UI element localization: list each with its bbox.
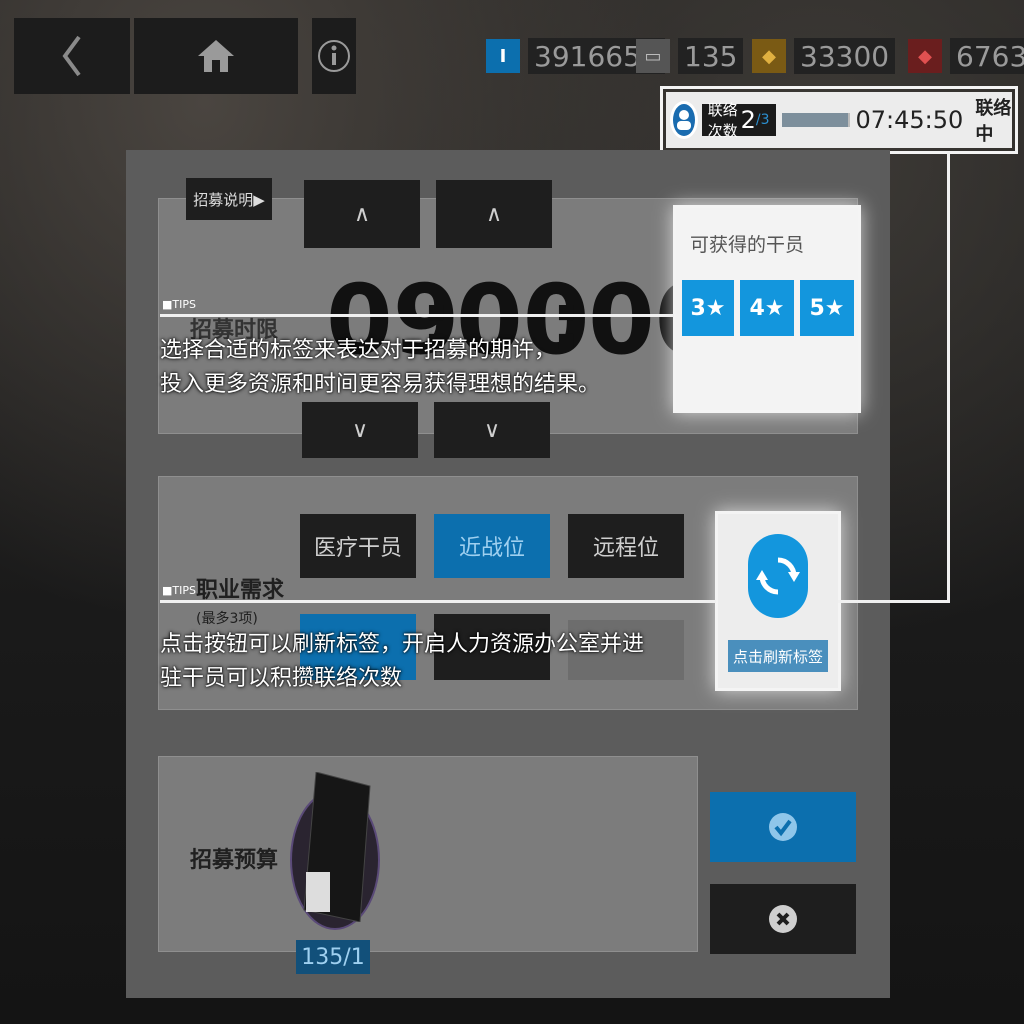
tips-2-text: 点击按钮可以刷新标签，开启人力资源办公室并进 驻干员可以积攒联络次数 [160,632,645,691]
check-icon [769,813,797,841]
originite-icon: ◆ [908,39,942,73]
home-button[interactable] [134,18,298,94]
tag-melee[interactable]: 近战位 [434,514,550,578]
home-icon [198,40,234,72]
tips-2-connector-h [838,600,950,603]
tips-1-line [160,314,674,317]
requirement-sub: (最多3项) [196,611,258,627]
cancel-button[interactable] [710,884,856,954]
close-icon [769,905,797,933]
resource-value: 6763 [950,38,1024,74]
confirm-button[interactable] [710,792,856,862]
tips-2-connector-v [947,152,950,603]
resource-originite: ◆ 6763 [908,36,1024,76]
tag-ranged[interactable]: 远程位 [568,514,684,578]
tips-1-text: 选择合适的标签来表达对于招募的期许， 投入更多资源和时间更容易获得理想的结果。 [160,338,601,397]
hours-down-button[interactable]: ∨ [302,402,418,458]
tips-1-tag: ■TIPS [162,298,196,311]
back-arrow-icon [62,35,81,77]
tips-2-line [160,600,716,603]
minutes-up-button[interactable]: ∧ [436,180,552,248]
info-icon [318,40,350,72]
tips-2-tag: ■TIPS [162,584,196,597]
back-button[interactable] [14,18,130,94]
resource-recruit-permit: ▭ 135 [636,36,744,76]
operators-highlight [673,205,861,413]
tag-medic[interactable]: 医疗干员 [300,514,416,578]
contact-bar-highlight [660,86,1018,154]
lmd-icon: ◆ [752,39,786,73]
budget-value: 135/1 [296,940,370,974]
resource-value: 33300 [794,38,896,74]
hours-up-button[interactable]: ∧ [304,180,420,248]
recruit-permit-icon [303,772,371,922]
minutes-down-button[interactable]: ∨ [434,402,550,458]
resource-value: 135 [678,38,744,74]
resource-lmd: ◆ 33300 [752,36,896,76]
budget-label: 招募预算 [190,848,279,873]
recruit-permit-icon: ▭ [636,39,670,73]
info-button[interactable] [312,18,356,94]
recruit-explain-button[interactable]: 招募说明▶ [186,178,272,220]
refresh-highlight [715,511,841,691]
recruit-permit-item [290,772,380,930]
orundum-icon: I [486,39,520,73]
